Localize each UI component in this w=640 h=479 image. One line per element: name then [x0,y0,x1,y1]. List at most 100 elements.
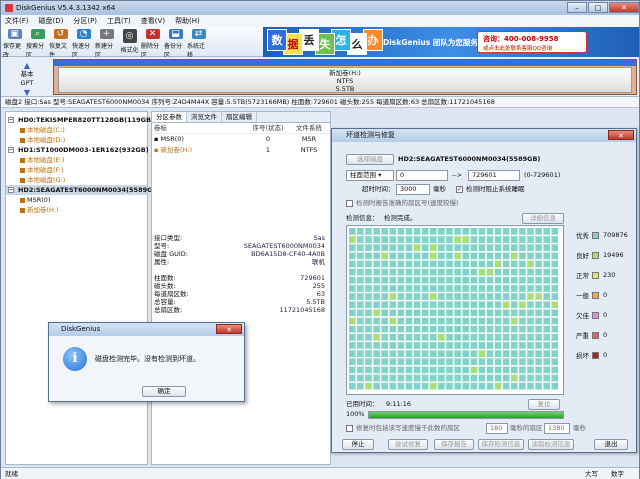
toolbar-button-2[interactable]: ↺ 恢复文件 [49,27,72,59]
maximize-button[interactable]: □ [588,2,608,13]
ad-banner[interactable]: 办么怎失丢据数 DiskGenius 团队为您服务 咨询：400-008-995… [263,27,639,57]
sector-block [454,317,461,325]
timeout-input[interactable]: 3000 [396,184,430,195]
menu-disk[interactable]: 磁盘(D) [39,16,64,26]
slow-threshold-unit: 毫秒 [573,424,586,432]
expand-icon[interactable]: − [8,117,14,123]
sector-block [454,350,461,357]
table-row[interactable]: ▪ MSR(0) 0 MSR [152,134,330,145]
close-button[interactable]: ✕ [609,2,639,13]
toolbar-button-0[interactable]: ▣ 保存更改 [3,27,26,59]
message-close-button[interactable]: ✕ [216,324,242,334]
toolbar-button-4[interactable]: + 新建分区 [95,27,118,59]
sector-block [502,260,510,268]
tree-node[interactable]: − HD2:SEAGATEST6000NM0034(5589GB) [6,185,160,195]
partition-name: 新加卷(H:) [329,69,361,77]
sector-block [405,317,413,325]
sector-block [397,268,405,276]
menu-tools[interactable]: 工具(T) [107,16,131,26]
sector-block [470,260,478,268]
sector-block [365,317,372,325]
sector-block [397,236,405,243]
tree-node[interactable]: 本地磁盘(F:) [6,165,147,175]
legend-name: 严重 [576,332,589,340]
format-icon: ◎ [122,29,137,43]
tab-partition-params[interactable]: 分区参数 [152,112,187,122]
tree-node[interactable]: 本地磁盘(D:) [6,135,147,145]
exit-button[interactable]: 退出 [594,439,628,450]
detail-row: 型号: SEAGATEST6000NM0034 [152,242,330,250]
range-type-select[interactable]: 柱面范围 ▾ [346,170,394,181]
detail-row: 磁头数: 255 [152,282,330,290]
tab-browse-files[interactable]: 浏览文件 [187,112,222,122]
sector-block [527,244,534,251]
arrow-up-icon[interactable]: ▲ [7,61,47,70]
tree-node[interactable]: − HD0:TEKISMPER820TT128GB(119GB) [6,115,154,125]
sector-block [405,358,413,366]
partition-block[interactable]: 新加卷(H:) NTFS 5.5TB [58,67,632,93]
sector-block [470,285,478,292]
toolbar-button-3[interactable]: ◔ 快速分区 [72,27,95,59]
sector-block [494,358,502,366]
sector-block [454,285,461,292]
tree-node[interactable]: 本地磁盘(G:) [6,175,147,185]
sector-block [454,301,461,309]
sector-block [543,228,550,235]
stop-button[interactable]: 停止 [342,439,374,450]
menu-help[interactable]: 帮助(H) [175,16,200,26]
sector-block [389,228,397,235]
tree-node[interactable]: MSR(0) [6,195,147,205]
expand-icon[interactable]: − [8,187,14,193]
save-check-info-button[interactable]: 保存检测信息 [478,439,524,450]
repair-slow-checkbox[interactable] [346,425,353,432]
tree-node[interactable]: 本地磁盘(E:) [6,155,147,165]
sector-block [527,236,534,243]
toolbar-button-8[interactable]: ⇄ 系统迁移 [187,27,210,59]
menu-file[interactable]: 文件(F) [5,16,29,26]
sector-block [543,382,550,390]
sector-block [405,350,413,357]
load-check-info-button[interactable]: 读取检测信息 [528,439,574,450]
col-seq: 序号(状态) [252,124,284,132]
arrow-down-icon[interactable]: ▼ [7,88,47,97]
minimize-button[interactable]: – [567,2,587,13]
sector-block [527,350,534,357]
toolbar-button-7[interactable]: ⬓ 备份分区 [164,27,187,59]
slow-threshold-input[interactable]: 1380 [544,423,570,434]
try-repair-button[interactable]: 尝试修复 [388,439,428,450]
tree-node[interactable]: 新加卷(H:) [6,205,147,215]
toolbar-button-5[interactable]: ◎ 格式化 [118,27,141,57]
dialog-close-button[interactable]: ✕ [608,130,634,140]
toolbar-button-6[interactable]: ✕ 删除分区 [141,27,164,59]
range-to-input[interactable]: 729601 [468,170,520,181]
ok-button[interactable]: 确定 [142,386,186,397]
sector-block [430,342,437,349]
repair-slow-input[interactable]: 180 [486,423,508,434]
tree-node[interactable]: 本地磁盘(C:) [6,125,147,135]
expand-icon[interactable]: − [8,147,14,153]
menu-view[interactable]: 查看(V) [141,16,165,26]
sector-block [349,358,356,366]
report-exact-checkbox[interactable] [346,200,353,207]
sector-block [478,325,486,333]
sector-block [543,317,550,325]
reset-button[interactable]: 复位 [528,399,560,410]
table-row[interactable]: ▪ 新加卷(H:) 1 NTFS [152,145,330,156]
sector-block [462,366,469,374]
sector-block [389,268,397,276]
sector-block [438,358,445,366]
prevent-sleep-checkbox[interactable]: ✓ [456,186,463,193]
detail-button[interactable]: 详细信息 [522,213,564,224]
sector-block [519,382,526,390]
toolbar-button-1[interactable]: ⌕ 搜索分区 [26,27,49,59]
save-report-button[interactable]: 保存报告 [434,439,474,450]
tree-node[interactable]: − HD1:ST1000DM003-1ER162(932GB) [6,145,149,155]
tab-sector-edit[interactable]: 扇区编辑 [222,112,257,122]
range-from-input[interactable]: 0 [396,170,448,181]
sector-block [381,358,388,366]
sector-block [421,285,429,292]
hotline-box[interactable]: 咨询：400-008-9958 或点击此处联系客服QQ咨询 [477,31,587,53]
menu-partition[interactable]: 分区(P) [73,16,97,26]
select-disk-button[interactable]: 选择磁盘 [346,154,394,165]
partition-bar[interactable]: 新加卷(H:) NTFS 5.5TB [53,59,637,95]
